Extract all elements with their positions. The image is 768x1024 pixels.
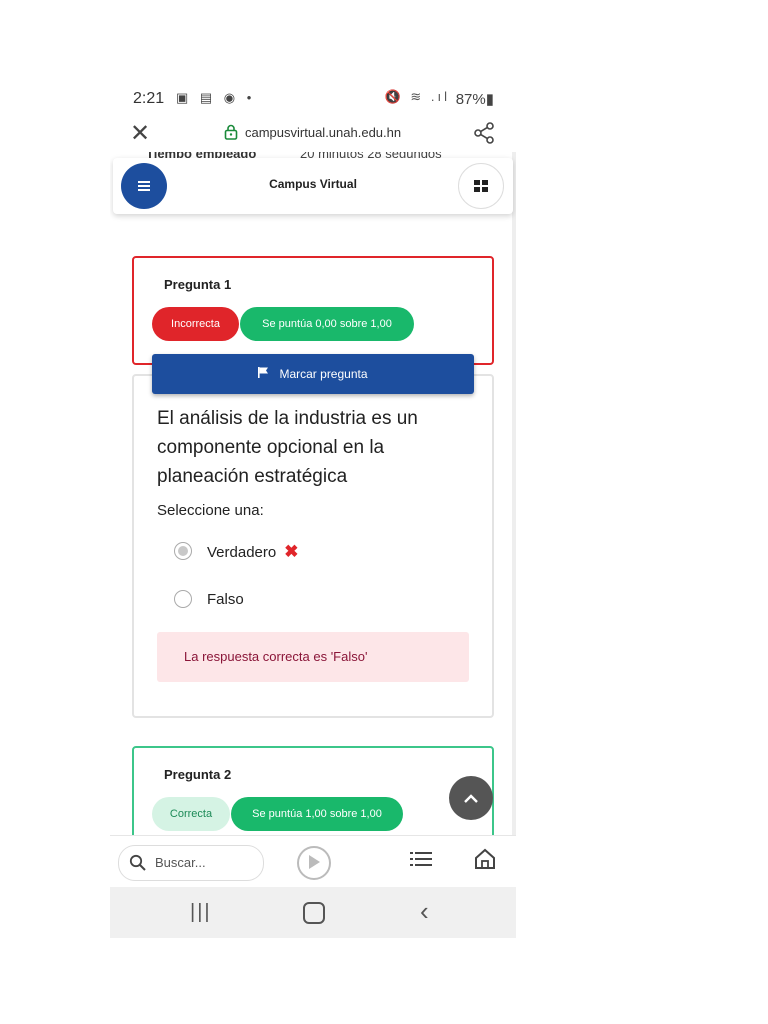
flag-icon xyxy=(258,367,269,378)
chevron-up-icon xyxy=(464,793,478,803)
scrollbar-track[interactable] xyxy=(512,152,516,835)
scroll-top-button[interactable] xyxy=(449,776,493,820)
url-text[interactable]: campusvirtual.unah.edu.hn xyxy=(245,125,401,140)
notification-icons: ▣ ▤ ◉ • xyxy=(176,90,256,105)
share-icon[interactable] xyxy=(472,121,496,145)
status-bar: 2:21 ▣ ▤ ◉ • 🔇 ≋ .ıl 87%▮ xyxy=(110,80,516,116)
home-nav-icon[interactable] xyxy=(303,902,325,924)
radio-verdadero[interactable] xyxy=(174,542,192,560)
status-badge-correct: Correcta xyxy=(152,797,230,831)
lock-icon xyxy=(224,124,238,140)
flag-question-label: Marcar pregunta xyxy=(279,367,368,381)
option-verdadero[interactable]: Verdadero ✖ xyxy=(207,542,298,562)
search-icon xyxy=(129,854,146,871)
system-icons: 🔇 ≋ .ıl xyxy=(384,89,450,104)
battery-indicator: 87%▮ xyxy=(455,91,494,108)
incorrect-icon: ✖ xyxy=(284,542,299,561)
list-icon[interactable] xyxy=(410,852,432,866)
page-content: Tiempo empleado 20 minutos 28 segundos C… xyxy=(110,152,516,835)
question-1-content: El análisis de la industria es un compon… xyxy=(132,374,494,718)
blocks-button[interactable] xyxy=(458,163,504,209)
flag-question-button[interactable]: Marcar pregunta xyxy=(152,354,474,394)
grid-icon xyxy=(474,180,488,192)
option-falso[interactable]: Falso xyxy=(207,591,244,608)
select-prompt: Seleccione una: xyxy=(157,502,264,519)
site-title: Campus Virtual xyxy=(269,177,357,191)
search-field[interactable]: Buscar... xyxy=(118,845,264,881)
correct-answer-feedback: La respuesta correcta es 'Falso' xyxy=(157,632,469,682)
recent-apps-icon[interactable]: ||| xyxy=(190,901,212,924)
back-icon[interactable]: ‹ xyxy=(420,896,429,927)
score-badge: Se puntúa 0,00 sobre 1,00 xyxy=(240,307,414,341)
status-time: 2:21 xyxy=(133,90,165,107)
option-verdadero-label: Verdadero xyxy=(207,544,277,561)
question-2-info: Pregunta 2 Correcta Se puntúa 1,00 sobre… xyxy=(132,746,494,835)
question-text: El análisis de la industria es un compon… xyxy=(157,408,418,487)
home-icon[interactable] xyxy=(474,848,496,870)
score-badge-2: Se puntúa 1,00 sobre 1,00 xyxy=(231,797,403,831)
browser-toolbar: Buscar... xyxy=(110,835,516,888)
browser-url-bar: ✕ campusvirtual.unah.edu.hn xyxy=(110,116,516,153)
question-1-label: Pregunta 1 xyxy=(164,277,232,292)
phone-screen: 2:21 ▣ ▤ ◉ • 🔇 ≋ .ıl 87%▮ ✕ campusvirtua… xyxy=(110,80,516,938)
question-1-info: Pregunta 1 Incorrecta Se puntúa 0,00 sob… xyxy=(132,256,494,365)
search-placeholder: Buscar... xyxy=(155,855,206,870)
android-nav-bar: ||| ‹ xyxy=(110,887,516,938)
question-2-label: Pregunta 2 xyxy=(164,767,232,782)
close-icon[interactable]: ✕ xyxy=(130,119,150,148)
play-icon xyxy=(309,855,320,869)
site-header: Campus Virtual xyxy=(113,158,513,214)
play-button[interactable] xyxy=(297,846,331,880)
radio-falso[interactable] xyxy=(174,590,192,608)
status-badge-incorrect: Incorrecta xyxy=(152,307,239,341)
